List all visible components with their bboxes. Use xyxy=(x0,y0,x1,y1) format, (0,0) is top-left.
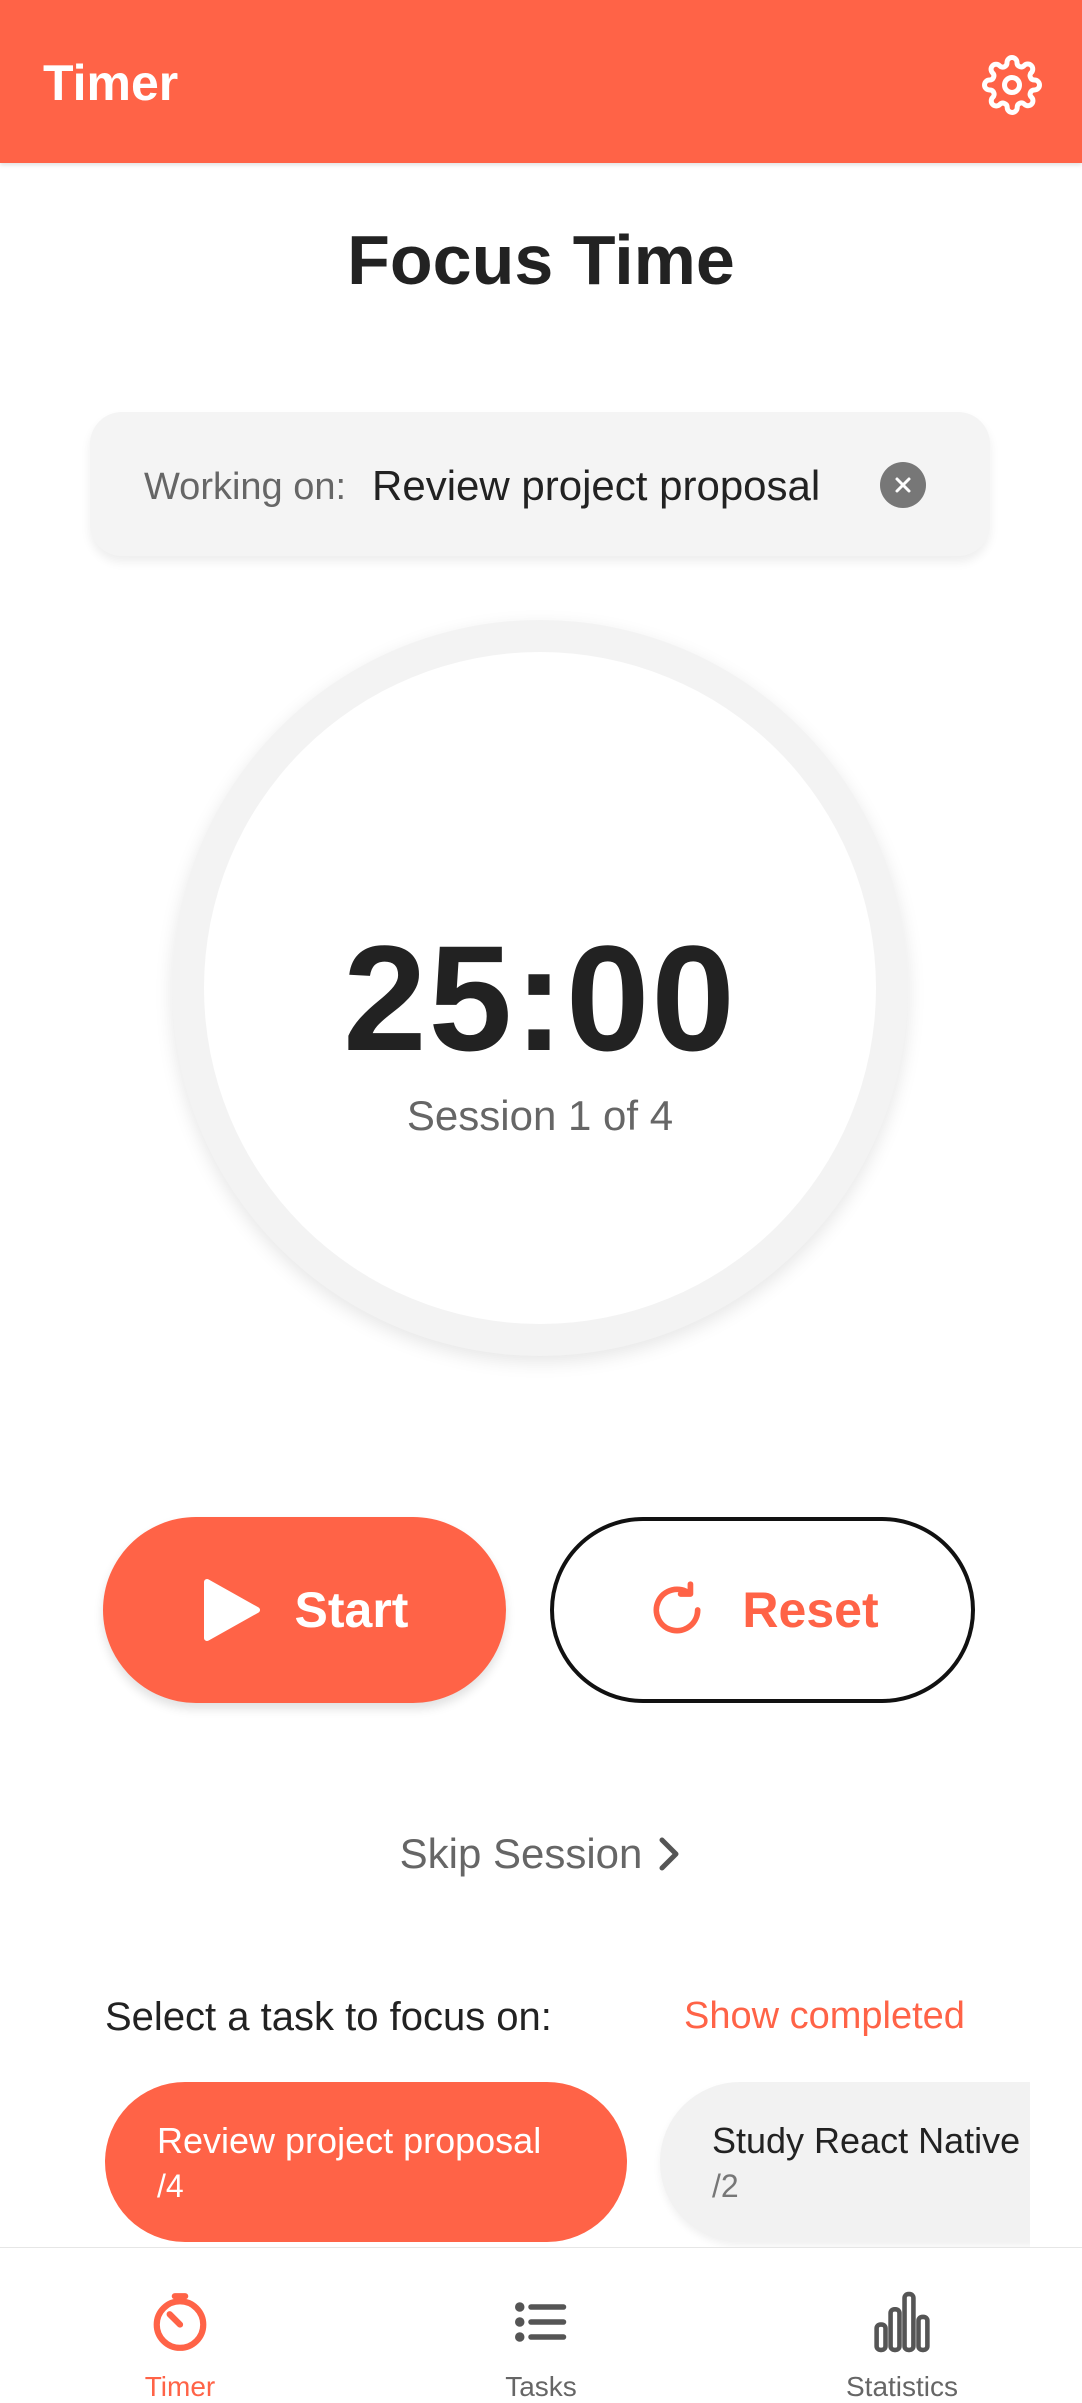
task-list[interactable]: Review project proposal /4 Study React N… xyxy=(105,2082,1030,2250)
working-on-label: Working on: xyxy=(144,466,347,508)
bottom-tab-bar: Timer Tasks Statistics xyxy=(0,2247,1082,2403)
task-chip[interactable]: Study React Native /2 xyxy=(660,2082,1030,2242)
timer-face: 25:00 Session 1 of 4 xyxy=(204,652,876,1324)
session-indicator: Session 1 of 4 xyxy=(406,1092,674,1139)
app-title: Timer xyxy=(43,55,179,111)
gear-icon xyxy=(982,55,1042,115)
refresh-icon xyxy=(653,1581,701,1634)
task-chip-count: /4 xyxy=(157,2167,184,2204)
page-title: Focus Time xyxy=(347,221,735,299)
show-completed-link[interactable]: Show completed xyxy=(684,1995,965,2038)
tab-timer-label: Timer xyxy=(144,2371,216,2402)
task-section-heading: Select a task to focus on: xyxy=(105,1995,552,2039)
task-chip-name: Study React Native xyxy=(712,2119,1021,2161)
tab-statistics[interactable]: Statistics xyxy=(802,2248,1002,2403)
task-chip[interactable]: Review project proposal /4 xyxy=(105,2082,627,2242)
timer-icon xyxy=(153,2292,207,2351)
start-button[interactable]: Start xyxy=(103,1517,506,1703)
skip-session-link[interactable]: Skip Session xyxy=(0,1830,1082,1878)
tab-statistics-label: Statistics xyxy=(845,2371,959,2402)
working-on-card: Working on: Review project proposal xyxy=(90,412,990,556)
reset-label: Reset xyxy=(742,1582,879,1638)
list-icon xyxy=(515,2301,567,2342)
app-header: Timer xyxy=(0,0,1082,163)
chevron-right-icon xyxy=(659,1837,679,1871)
tab-tasks[interactable]: Tasks xyxy=(441,2248,641,2403)
working-on-task: Review project proposal xyxy=(372,462,821,509)
bar-chart-icon xyxy=(874,2291,930,2352)
timer-value: 25:00 xyxy=(343,914,737,1082)
task-chip-name: Review project proposal xyxy=(157,2119,542,2161)
clear-task-button[interactable] xyxy=(880,462,926,508)
settings-button[interactable] xyxy=(980,53,1044,117)
tab-tasks-label: Tasks xyxy=(505,2371,577,2402)
skip-session-label: Skip Session xyxy=(399,1830,643,1877)
play-icon xyxy=(203,1579,260,1641)
timer-circle: 25:00 Session 1 of 4 xyxy=(172,620,908,1356)
task-chip-count: /2 xyxy=(712,2167,739,2204)
close-icon xyxy=(895,477,911,493)
reset-button[interactable]: Reset xyxy=(550,1517,975,1703)
start-label: Start xyxy=(294,1582,409,1638)
tab-timer[interactable]: Timer xyxy=(80,2248,280,2403)
